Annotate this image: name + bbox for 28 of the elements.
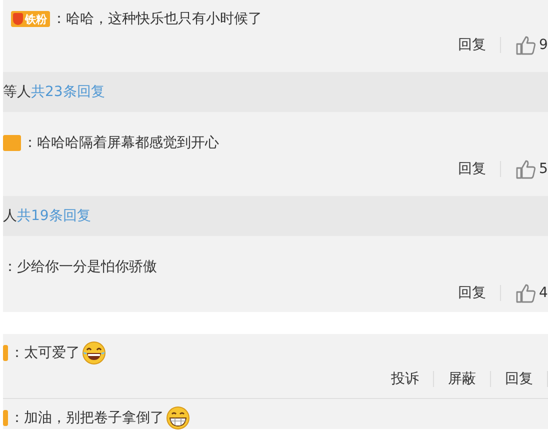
grinning-emoji-icon <box>166 406 190 430</box>
fan-badge <box>3 345 8 361</box>
thumbs-up-icon <box>515 158 536 180</box>
like-count: 9 <box>539 37 548 53</box>
fan-badge <box>3 410 8 426</box>
reply-names: 人 <box>3 207 17 225</box>
action-link[interactable]: 回复 <box>444 36 500 54</box>
action-link[interactable]: 屏蔽 <box>434 370 490 388</box>
like-button[interactable]: 4 <box>501 282 548 304</box>
like-count: 5 <box>539 161 548 177</box>
comment-text: ：哈哈，这种快乐也只有小时候了 <box>52 10 262 28</box>
fan-badge: 铁粉 <box>11 11 50 27</box>
comment-text: ：哈哈哈隔着屏幕都感觉到开心 <box>23 134 219 152</box>
thumbs-up-icon <box>515 282 536 304</box>
action-link[interactable]: 回复 <box>444 160 500 178</box>
reply-names: 等人 <box>3 83 31 101</box>
like-button[interactable]: 5 <box>501 158 548 180</box>
thumbs-up-icon <box>515 34 536 56</box>
like-button[interactable]: 9 <box>501 34 548 56</box>
comment-text: ：加油，别把卷子拿倒了 <box>10 409 164 427</box>
laughing-emoji-icon <box>82 341 106 365</box>
action-link[interactable]: 回复 <box>491 370 547 388</box>
fan-badge <box>3 135 21 151</box>
comment-text: ：少给你一分是怕你骄傲 <box>3 258 157 276</box>
comment-text: ：太可爱了 <box>10 344 80 362</box>
like-count: 4 <box>539 285 548 301</box>
action-link[interactable]: 投诉 <box>377 370 433 388</box>
action-link[interactable]: 回复 <box>444 284 500 302</box>
